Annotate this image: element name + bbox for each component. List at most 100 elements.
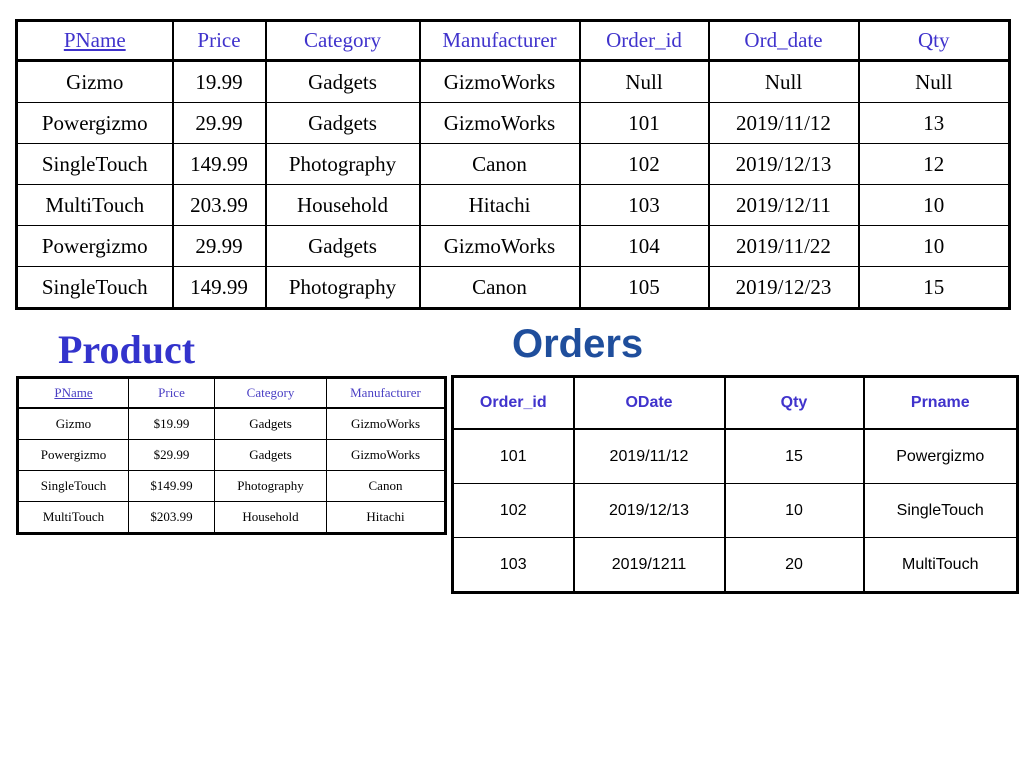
- column-header-label: Price: [158, 385, 185, 400]
- column-header-pname: PName: [17, 377, 129, 409]
- column-header-order_id: Order_id: [578, 20, 710, 62]
- table-cell: 2019/11/12: [707, 102, 860, 144]
- column-header-manufacturer: Manufacturer: [326, 377, 446, 409]
- column-header-label: ODate: [625, 394, 673, 411]
- table-cell: 29.99: [171, 102, 267, 144]
- table-cell: MultiTouch: [17, 501, 129, 534]
- column-header-label: Manufacturer: [350, 385, 421, 400]
- column-header-label: Qty: [780, 394, 808, 411]
- orders-table: Order_id ODate Qty Prname 101 2019/11/12 15 Po…: [451, 375, 1019, 594]
- product-table-header: PName Price Category Manufacturer: [17, 377, 446, 409]
- table-row: 102 2019/12/13 10 SingleTouch: [451, 483, 1019, 538]
- table-row: Powergizmo 29.99 Gadgets GizmoWorks 104 2019/…: [15, 225, 1011, 267]
- table-cell: SingleTouch: [15, 143, 174, 185]
- table-cell: 10: [857, 184, 1011, 226]
- table-cell: GizmoWorks: [418, 102, 581, 144]
- table-cell: 103: [578, 184, 710, 226]
- column-header-label: Ord_date: [744, 28, 823, 52]
- table-cell: 2019/1211: [572, 537, 726, 593]
- table-cell: Photography: [264, 143, 421, 185]
- table-cell: 149.99: [171, 266, 267, 309]
- table-cell: 105: [578, 266, 710, 309]
- column-header-order_id: Order_id: [451, 376, 575, 430]
- table-cell: 12: [857, 143, 1011, 185]
- column-header-label: Price: [197, 28, 241, 52]
- table-cell: 2019/11/22: [707, 225, 860, 267]
- table-cell: 102: [578, 143, 710, 185]
- table-cell: GizmoWorks: [418, 60, 581, 103]
- table-cell: Gadgets: [264, 60, 421, 103]
- table-row: SingleTouch 149.99 Photography Canon 105 2019…: [15, 266, 1011, 309]
- table-cell: 149.99: [171, 143, 267, 185]
- table-row: 101 2019/11/12 15 Powergizmo: [451, 428, 1019, 484]
- table-cell: $19.99: [128, 407, 215, 440]
- product-table: PName Price Category Manufacturer Gizmo $19.…: [16, 376, 447, 535]
- column-header-label: Category: [246, 385, 295, 400]
- table-cell: 101: [578, 102, 710, 144]
- column-header-qty: Qty: [857, 20, 1011, 62]
- table-cell: $203.99: [128, 501, 215, 534]
- table-cell: 103: [451, 537, 575, 593]
- table-cell: SingleTouch: [17, 470, 129, 502]
- column-header-price: Price: [128, 377, 215, 409]
- table-cell: 19.99: [171, 60, 267, 103]
- table-cell: Hitachi: [418, 184, 581, 226]
- table-row: Powergizmo $29.99 Gadgets GizmoWorks: [17, 439, 446, 471]
- table-cell: $29.99: [128, 439, 215, 471]
- orders-table-header: Order_id ODate Qty Prname: [451, 376, 1019, 430]
- column-header-label: Order_id: [479, 394, 547, 411]
- column-header-ord_date: Ord_date: [707, 20, 860, 62]
- column-header-label: Category: [304, 28, 381, 52]
- table-cell: Gizmo: [17, 407, 129, 440]
- orders-table-body: 101 2019/11/12 15 Powergizmo 102 2019/12/13 10…: [451, 428, 1019, 593]
- join-result-table-body: Gizmo 19.99 Gadgets GizmoWorks Null Null Null P…: [15, 60, 1011, 309]
- table-cell: Powergizmo: [862, 428, 1019, 484]
- table-cell: 15: [723, 428, 865, 484]
- table-cell: Null: [707, 60, 860, 103]
- table-cell: 102: [451, 483, 575, 538]
- table-cell: Gadgets: [214, 407, 327, 440]
- table-row: SingleTouch 149.99 Photography Canon 102 2019…: [15, 143, 1011, 185]
- table-cell: Canon: [418, 143, 581, 185]
- column-header-price: Price: [171, 20, 267, 62]
- table-cell: GizmoWorks: [326, 407, 446, 440]
- table-cell: Photography: [264, 266, 421, 309]
- table-cell: 2019/12/13: [572, 483, 726, 538]
- table-cell: MultiTouch: [862, 537, 1019, 593]
- table-row: MultiTouch 203.99 Household Hitachi 103 2019/…: [15, 184, 1011, 226]
- column-header-prname: Prname: [862, 376, 1019, 430]
- table-cell: 10: [723, 483, 865, 538]
- table-cell: Gadgets: [264, 225, 421, 267]
- column-header-label: PName: [54, 385, 93, 400]
- table-cell: 10: [857, 225, 1011, 267]
- table-cell: Hitachi: [326, 501, 446, 534]
- table-cell: Household: [264, 184, 421, 226]
- column-header-label: Manufacturer: [442, 28, 557, 52]
- table-cell: $149.99: [128, 470, 215, 502]
- table-header-row: PName Price Category Manufacturer Order_id Or…: [15, 20, 1011, 62]
- column-header-label: Prname: [910, 394, 970, 411]
- table-cell: SingleTouch: [15, 266, 174, 309]
- table-cell: Powergizmo: [15, 102, 174, 144]
- table-cell: MultiTouch: [15, 184, 174, 226]
- column-header-label: Qty: [918, 28, 950, 52]
- table-cell: GizmoWorks: [418, 225, 581, 267]
- join-result-table-header: PName Price Category Manufacturer Order_id Or…: [15, 20, 1011, 62]
- product-table-body: Gizmo $19.99 Gadgets GizmoWorks Powergizmo $2…: [17, 407, 446, 534]
- join-result-table: PName Price Category Manufacturer Order_id Or…: [15, 19, 1011, 310]
- table-cell: 2019/12/13: [707, 143, 860, 185]
- table-cell: 2019/12/23: [707, 266, 860, 309]
- column-header-category: Category: [214, 377, 327, 409]
- column-header-manufacturer: Manufacturer: [418, 20, 581, 62]
- table-cell: 13: [857, 102, 1011, 144]
- table-cell: 15: [857, 266, 1011, 309]
- table-row: SingleTouch $149.99 Photography Canon: [17, 470, 446, 502]
- table-cell: Canon: [418, 266, 581, 309]
- table-cell: 203.99: [171, 184, 267, 226]
- table-header-row: Order_id ODate Qty Prname: [451, 376, 1019, 430]
- column-header-label: Order_id: [606, 28, 682, 52]
- table-cell: Gadgets: [214, 439, 327, 471]
- table-cell: 101: [451, 428, 575, 484]
- table-cell: 104: [578, 225, 710, 267]
- table-cell: Null: [857, 60, 1011, 103]
